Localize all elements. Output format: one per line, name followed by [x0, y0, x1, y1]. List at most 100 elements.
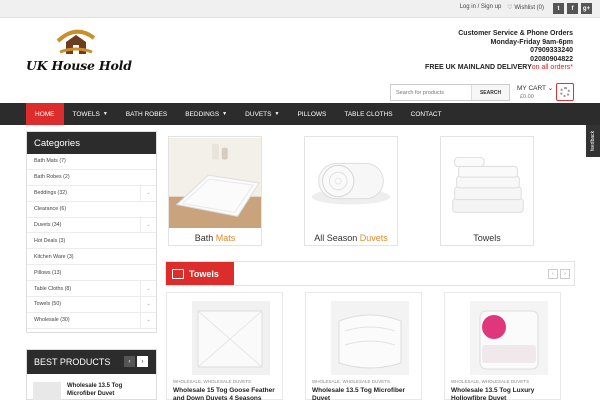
chevron-down-icon[interactable]: ⌄: [140, 281, 156, 297]
category-beddings[interactable]: Beddings (32) ⌄: [27, 185, 156, 202]
search-button[interactable]: SEARCH: [471, 85, 509, 100]
best-products-title: BEST PRODUCTS: [34, 357, 111, 367]
delivery-note: FREE UK MAINLAND DELIVERYon all orders*: [425, 64, 573, 73]
best-product-item[interactable]: Wholesale 13.5 Tog Microfiber Duvet: [33, 382, 147, 400]
product-title[interactable]: Wholesale 13.5 Tog Luxury Hollowfibre Du…: [451, 387, 559, 400]
category-wholesale[interactable]: Wholesale (30) ⌄: [27, 312, 156, 329]
category-label: Kitchen Ware (3): [34, 253, 74, 260]
product-card[interactable]: WHOLESALE, WHOLESALE DUVETS Wholesale 13…: [305, 292, 422, 400]
house-logo-icon: [56, 29, 96, 54]
category-towels[interactable]: Towels (50) ⌄: [27, 297, 156, 313]
category-label: Bath Mats (7): [34, 158, 66, 165]
category-kitchen-ware[interactable]: Kitchen Ware (3): [27, 249, 156, 266]
main-nav: HOME TOWELS ▼ BATH ROBES BEDDINGS ▼ DUVETS…: [0, 103, 600, 125]
nav-home[interactable]: HOME: [26, 103, 64, 125]
nav-label: BEDDINGS: [185, 110, 220, 118]
category-label: Wholesale (30): [34, 317, 70, 324]
category-clearance[interactable]: Clearance (6): [27, 202, 156, 218]
featured-label: Bath Mats: [169, 233, 261, 243]
towels-image: [441, 137, 533, 229]
contact-info: Customer Service & Phone Orders Monday-F…: [425, 30, 573, 73]
contact-line-1: Customer Service & Phone Orders: [458, 30, 573, 37]
chevron-down-icon[interactable]: ⌄: [140, 185, 156, 201]
category-pillows[interactable]: Pillows (13): [27, 265, 156, 282]
google-plus-icon[interactable]: g+: [581, 3, 592, 14]
chevron-down-icon[interactable]: ⌄: [140, 312, 156, 328]
caret-down-icon: ▼: [274, 111, 280, 117]
category-bath-robes[interactable]: Bath Robes (2): [27, 170, 156, 186]
prev-arrow-icon[interactable]: ‹: [548, 269, 558, 279]
product-category: WHOLESALE, WHOLESALE DUVETS: [451, 379, 530, 384]
featured-bath-mats[interactable]: Bath Mats: [168, 136, 262, 246]
contact-line-2: Monday-Friday 9am-6pm: [490, 38, 573, 46]
feedback-label: feedback: [590, 130, 597, 152]
nav-pillows[interactable]: PILLOWS: [288, 103, 335, 125]
caret-down-icon: ▼: [222, 111, 228, 117]
category-label: Pillows (13): [34, 269, 62, 276]
nav-label: TABLE CLOTHS: [344, 110, 393, 118]
chevron-down-icon[interactable]: ⌄: [140, 217, 156, 233]
towels-section-header: Towels ‹ ›: [165, 261, 575, 286]
nav-towels[interactable]: TOWELS ▼: [64, 103, 117, 125]
category-hot-deals[interactable]: Hot Deals (3): [27, 233, 156, 250]
twitter-icon[interactable]: t: [553, 3, 564, 14]
product-card[interactable]: WHOLESALE, WHOLESALE DUVETS Wholesale 13…: [444, 292, 561, 400]
featured-word: Bath: [194, 233, 214, 243]
product-image: [331, 301, 409, 375]
facebook-icon[interactable]: f: [567, 3, 578, 14]
category-table-cloths[interactable]: Table Cloths (8) ⌄: [27, 281, 156, 298]
social-links: t f g+: [553, 3, 592, 14]
nav-label: CONTACT: [410, 110, 442, 118]
section-title: Towels: [189, 268, 219, 279]
next-arrow-icon[interactable]: ›: [560, 269, 570, 279]
phone-2: 02080904822: [530, 55, 573, 63]
delivery-main: FREE UK MAINLAND DELIVERY: [425, 64, 532, 72]
product-image: [192, 301, 270, 375]
bath-mat-image: [169, 137, 261, 229]
best-products-panel: BEST PRODUCTS ‹ › Wholesale 13.5 Tog Mic…: [26, 349, 157, 400]
category-label: Beddings (32): [34, 190, 67, 197]
featured-towels[interactable]: Towels: [440, 136, 534, 246]
product-category: WHOLESALE, WHOLESALE DUVETS: [312, 379, 391, 384]
nav-contact[interactable]: CONTACT: [402, 103, 451, 125]
category-label: Towels (50): [34, 301, 62, 308]
featured-highlight: Mats: [215, 233, 236, 243]
feedback-tab[interactable]: feedback: [586, 125, 600, 157]
product-category: WHOLESALE, WHOLESALE DUVETS: [173, 379, 252, 384]
cart-icon: [172, 268, 184, 279]
top-bar: Log in / Sign up ♡ Wishlist (0) t f g+: [0, 0, 600, 18]
category-duvets[interactable]: Duvets (34) ⌄: [27, 217, 156, 234]
featured-highlight: Duvets: [359, 233, 388, 243]
featured-all-season-duvets[interactable]: All Season Duvets: [304, 136, 398, 246]
prev-arrow-icon[interactable]: ‹: [124, 356, 135, 367]
category-label: Bath Robes (2): [34, 174, 70, 181]
featured-label: Towels: [441, 233, 533, 243]
nav-label: HOME: [35, 110, 55, 118]
cart-amount: £0.00: [520, 94, 534, 100]
product-card[interactable]: WHOLESALE, WHOLESALE DUVETS Wholesale 15…: [166, 292, 283, 400]
nav-duvets[interactable]: DUVETS ▼: [236, 103, 288, 125]
duvet-image: [305, 137, 397, 229]
delivery-tail: on all orders*: [531, 64, 573, 72]
wishlist-label: Wishlist (0): [514, 5, 544, 11]
next-arrow-icon[interactable]: ›: [137, 356, 148, 367]
best-product-title: Wholesale 13.5 Tog Microfiber Duvet: [67, 383, 123, 397]
product-title[interactable]: Wholesale 13.5 Tog Microfiber Duvet: [312, 387, 420, 400]
cart-summary[interactable]: MY CART ⌄ £0.00: [517, 85, 553, 101]
product-image: [470, 301, 548, 375]
cart-label: MY CART: [517, 85, 546, 92]
product-title[interactable]: Wholesale 15 Tog Goose Feather and Down …: [173, 387, 281, 400]
cart-button[interactable]: [556, 83, 574, 101]
login-link[interactable]: Log in / Sign up: [460, 4, 502, 11]
site-logo[interactable]: UK House Hold: [26, 24, 132, 80]
nav-table-cloths[interactable]: TABLE CLOTHS: [335, 103, 401, 125]
wishlist-link[interactable]: ♡ Wishlist (0): [507, 4, 544, 11]
chevron-down-icon[interactable]: ⌄: [140, 297, 156, 312]
caret-down-icon: ▼: [102, 111, 108, 117]
category-bath-mats[interactable]: Bath Mats (7): [27, 154, 156, 170]
nav-bath-robes[interactable]: BATH ROBES: [117, 103, 176, 125]
featured-label: All Season Duvets: [305, 233, 397, 243]
nav-beddings[interactable]: BEDDINGS ▼: [176, 103, 236, 125]
featured-word: Towels: [473, 233, 501, 243]
search-input[interactable]: [391, 85, 471, 100]
